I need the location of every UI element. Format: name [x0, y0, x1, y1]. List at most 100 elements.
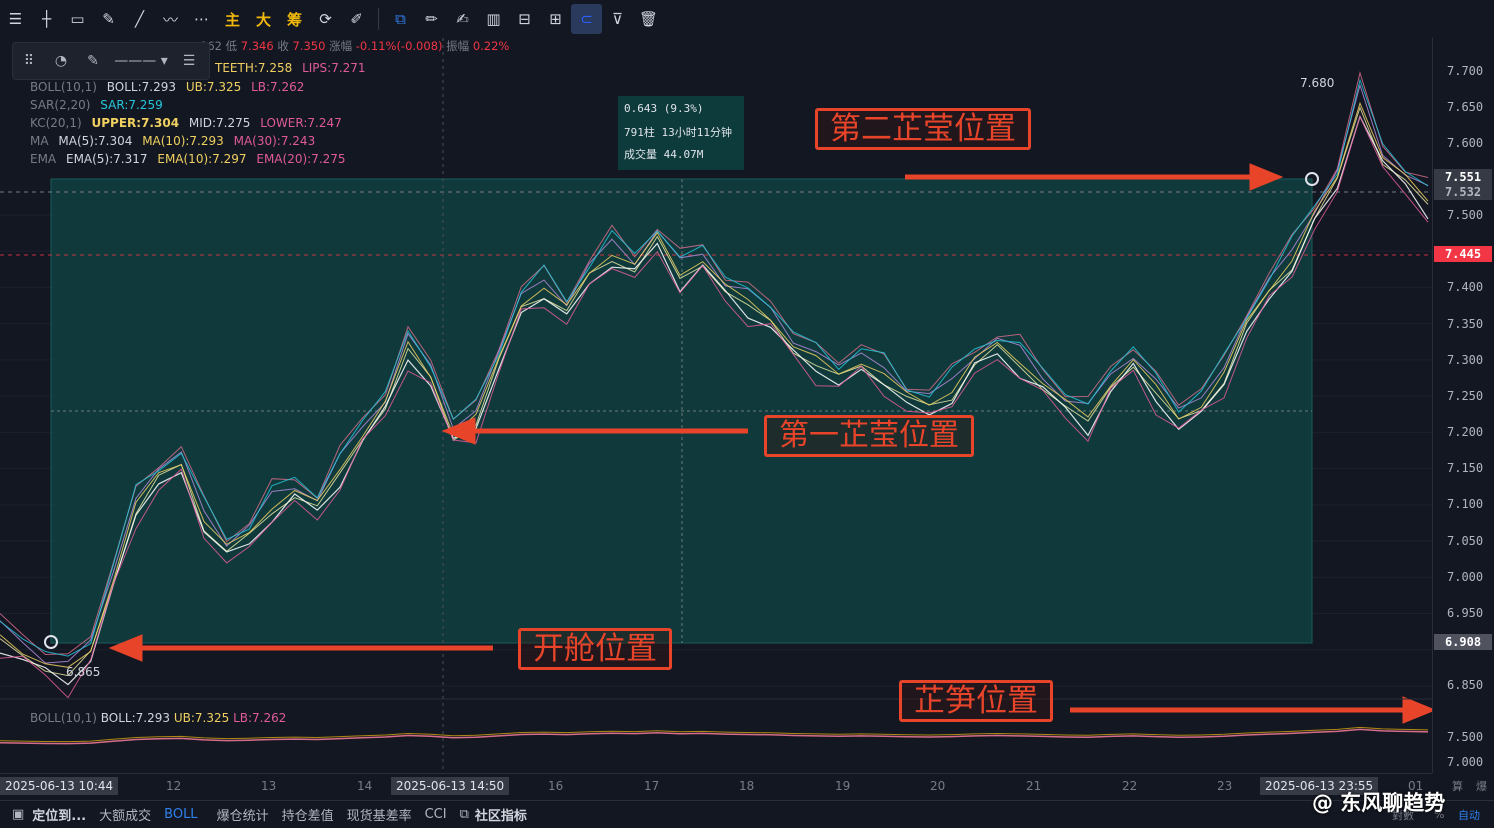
- alert-price-tag: 7.445: [1434, 246, 1492, 262]
- layer-icon[interactable]: ☰: [173, 45, 205, 77]
- price-label: 7.350: [1447, 317, 1484, 331]
- large-orders-button[interactable]: 大: [248, 4, 279, 34]
- cci-tab[interactable]: CCI: [425, 807, 447, 822]
- boll-ub: UB:7.325: [185, 80, 242, 94]
- toolbar-divider: [378, 8, 379, 30]
- kc-upper: UPPER:7.304: [91, 116, 180, 130]
- community-indicators-tab[interactable]: 社区指标: [475, 805, 527, 824]
- price-label: 7.150: [1447, 461, 1484, 475]
- time-label: 19: [835, 779, 851, 793]
- time-axis[interactable]: 2025-06-13 10:44 12 13 14 2025-06-13 14:…: [0, 773, 1432, 800]
- template-icon[interactable]: ◔: [45, 45, 77, 77]
- measure-info-box: 0.643 (9.3%) 791柱 13小时11分钟 成交量 44.07M: [618, 96, 744, 170]
- edit-icon[interactable]: ⊞: [540, 4, 571, 34]
- low-value: 7.346: [240, 39, 274, 53]
- drawing-toolbar: ☰ ┼ ▭ ✎ ╱ 〰 ⋯ 主 大 筹 ⟳ ✐ ⧉ ✏ ✍ ▥ ⊟ ⊞ ⊂ ⊽ …: [0, 0, 1494, 39]
- ema20-value: EMA(20):7.275: [256, 152, 346, 166]
- teeth-value: TEETH:7.258: [215, 61, 293, 75]
- price-label: 7.700: [1447, 64, 1484, 78]
- goto-button[interactable]: 定位到...: [32, 805, 86, 824]
- close-label: 收: [277, 39, 289, 53]
- lock-icon[interactable]: ⊟: [509, 4, 540, 34]
- sar-value: SAR:7.259: [100, 98, 163, 112]
- kc-lower: LOWER:7.247: [260, 116, 342, 130]
- sub-boll-legend: BOLL(10,1) BOLL:7.293 UB:7.325 LB:7.262: [30, 711, 286, 725]
- ema-name: EMA: [30, 152, 57, 166]
- more-icon[interactable]: ⋯: [186, 4, 217, 34]
- ma5-value: MA(5):7.304: [58, 134, 133, 148]
- annotation-stop: 芷笋位置: [899, 680, 1053, 722]
- amplitude-label: 振幅: [446, 39, 470, 53]
- time-tag-left: 2025-06-13 10:44: [0, 777, 119, 795]
- time-label: 18: [739, 779, 755, 793]
- liquidation-tab[interactable]: 爆仓统计: [217, 805, 269, 824]
- auto-scale-toggle[interactable]: 自动: [1458, 807, 1480, 823]
- rectangle-icon[interactable]: ▭: [62, 4, 93, 34]
- ma30-value: MA(30):7.243: [233, 134, 316, 148]
- menu-icon[interactable]: ☰: [0, 4, 31, 34]
- trend-line-icon[interactable]: ╱: [124, 4, 155, 34]
- price-label: 7.650: [1447, 100, 1484, 114]
- chips-button[interactable]: 筹: [279, 4, 310, 34]
- sar-name: SAR(2,20): [30, 98, 91, 112]
- sub-price-label: 7.000: [1447, 755, 1484, 769]
- price-label: 7.200: [1447, 425, 1484, 439]
- amplitude-value: 0.22%: [472, 39, 510, 53]
- basis-tab[interactable]: 现货基差率: [347, 805, 412, 824]
- boll-tab[interactable]: BOLL: [164, 807, 197, 822]
- boll-name: BOLL(10,1): [30, 80, 97, 94]
- price-label: 7.100: [1447, 497, 1484, 511]
- time-label: 13: [261, 779, 277, 793]
- ma-name: MA: [30, 134, 49, 148]
- time-label: 14: [357, 779, 373, 793]
- time-label: 12: [166, 779, 182, 793]
- change-label: 涨幅: [329, 39, 353, 53]
- sync-icon[interactable]: ⟳: [310, 4, 341, 34]
- wave-icon[interactable]: 〰: [155, 4, 186, 34]
- price-label: 7.400: [1447, 280, 1484, 294]
- sub-boll-ub: UB:7.325: [173, 711, 230, 725]
- highlighter-icon[interactable]: ✍: [447, 4, 478, 34]
- trash-icon[interactable]: 🗑: [633, 4, 664, 34]
- large-trade-tab[interactable]: 大额成交: [99, 805, 151, 824]
- magnet-icon[interactable]: ⊂: [571, 4, 602, 34]
- price-label: 6.950: [1447, 606, 1484, 620]
- floating-draw-panel: ⠿ ◔ ✎ ——— ▾ ☰: [12, 42, 210, 80]
- corner-label-right: 爆: [1476, 780, 1487, 793]
- large-orders-label: 大: [255, 10, 271, 29]
- color-pen-icon[interactable]: ✎: [77, 45, 109, 77]
- sub-boll-lb: LB:7.262: [233, 711, 287, 725]
- ohlc-legend: 862 低 7.346 收 7.350 涨幅 -0.11%(-0.008) 振幅…: [200, 38, 509, 54]
- current-price-tag: 7.551: [1434, 169, 1492, 185]
- brush-icon[interactable]: ✐: [341, 4, 372, 34]
- oi-diff-tab[interactable]: 持仓差值: [282, 805, 334, 824]
- ma-legend: MA MA(5):7.304 MA(10):7.293 MA(30):7.243: [30, 134, 321, 148]
- annotation-first: 第一芷莹位置: [764, 415, 974, 457]
- annotation-second: 第二芷莹位置: [815, 108, 1031, 150]
- sub-boll-value: BOLL:7.293: [100, 711, 170, 725]
- time-label: 23: [1217, 779, 1233, 793]
- kc-legend: KC(20,1) UPPER:7.304 MID:7.275 LOWER:7.2…: [30, 116, 348, 130]
- horizontal-line-icon[interactable]: ┼: [31, 4, 62, 34]
- copy-icon[interactable]: ⧉: [385, 4, 416, 34]
- filter-icon[interactable]: ⊽: [602, 4, 633, 34]
- line-style-select[interactable]: ——— ▾: [109, 45, 173, 77]
- pencil-icon[interactable]: ✏: [416, 4, 447, 34]
- time-tag-mid: 2025-06-13 14:50: [391, 777, 510, 795]
- candles-icon[interactable]: ▥: [478, 4, 509, 34]
- price-axis[interactable]: 7.700 7.650 7.600 7.500 7.400 7.350 7.30…: [1432, 38, 1494, 773]
- ruler-icon[interactable]: ✎: [93, 4, 124, 34]
- time-label: 17: [644, 779, 660, 793]
- corner-label-top: 算: [1452, 780, 1463, 793]
- price-label: 7.000: [1447, 570, 1484, 584]
- price-label: 7.050: [1447, 534, 1484, 548]
- drag-handle-icon[interactable]: ⠿: [13, 45, 45, 77]
- calendar-icon[interactable]: ▣: [12, 807, 24, 822]
- low-mark: 6.865: [66, 665, 101, 679]
- main-chart-label: 主: [224, 10, 240, 29]
- ema-legend: EMA EMA(5):7.317 EMA(10):7.297 EMA(20):7…: [30, 152, 352, 166]
- kc-mid: MID:7.275: [188, 116, 251, 130]
- boll-lb: LB:7.262: [251, 80, 305, 94]
- chips-label: 筹: [286, 10, 302, 29]
- main-chart-button[interactable]: 主: [217, 4, 248, 34]
